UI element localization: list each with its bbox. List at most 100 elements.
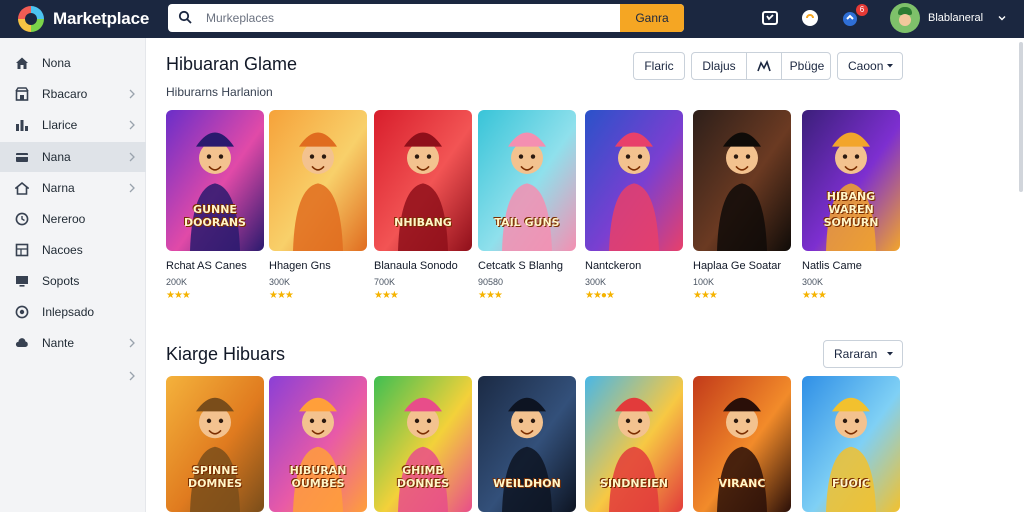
search-icon [178,10,192,24]
game-thumbnail[interactable] [269,110,367,251]
game-thumbnail[interactable] [585,110,683,251]
game-thumbnail[interactable]: GHIMB DONNES [374,376,472,512]
game-card[interactable]: SPINNE DOMNES [166,376,264,512]
game-title[interactable]: Haplaa Ge Soatar [693,260,803,272]
grid-icon [15,243,29,257]
game-art-title: HIBANG WAREN SOMURN [823,190,879,229]
game-title[interactable]: Rchat AS Canes [166,260,276,272]
game-artwork [478,110,576,251]
chevron-right-icon[interactable] [128,371,136,381]
game-art-title: SINDNEIEN [600,477,668,490]
sidebar-item-support[interactable]: Sopots [0,266,146,296]
game-artwork [374,376,472,512]
sidebar-item-stats[interactable]: Llarice [0,110,146,140]
game-thumbnail[interactable]: GUNNE DOORANS [166,110,264,251]
game-card[interactable]: TAIL GUNS Cetcatk S Blanhg 90580 ★★★ [478,110,576,305]
sidebar-item-house[interactable]: Narna [0,173,146,203]
game-thumbnail[interactable] [693,110,791,251]
game-card[interactable]: Nantckeron 300K ★★●★ [585,110,683,305]
game-artwork [166,376,264,512]
game-art-title: SPINNE DOMNES [187,464,243,490]
game-thumbnail[interactable]: WEILDHON [478,376,576,512]
game-card[interactable]: VIRANC [693,376,791,512]
game-card[interactable]: Hhagen Gns 300K ★★★ [269,110,367,305]
chevron-right-icon [129,152,135,162]
user-avatar[interactable] [890,3,920,33]
game-thumbnail[interactable]: HIBURAN OUMBES [269,376,367,512]
game-card[interactable]: WEILDHON [478,376,576,512]
category-select[interactable]: Caoon [837,52,903,80]
home-icon [16,57,28,69]
sidebar-item-grid[interactable]: Nacoes [0,235,146,265]
game-title[interactable]: Hhagen Gns [269,260,379,272]
cart-icon[interactable] [760,8,780,28]
chevron-down-icon [887,64,893,68]
sidebar-item-recent[interactable]: Nereroo [0,204,146,234]
globe-icon [15,305,29,319]
game-title[interactable]: Blanaula Sonodo [374,260,484,272]
sidebar-item-label: Nona [42,56,71,70]
game-artwork [269,376,367,512]
game-rating-stars: ★★★ [693,290,718,301]
game-card[interactable]: GHIMB DONNES [374,376,472,512]
game-thumbnail[interactable]: FUOIC [802,376,900,512]
sidebar-item-cloud[interactable]: Nante [0,328,146,358]
sort-icon [757,59,771,72]
search-input[interactable] [206,4,616,32]
game-downloads: 300K [269,277,291,287]
section-title: Kiarge Hibuars [166,344,286,364]
game-artwork [374,110,472,251]
game-art-title: HIBURAN OUMBES [289,464,347,490]
sidebar-item-cards[interactable]: Nana [0,142,146,172]
chevron-down-icon[interactable] [998,14,1006,22]
game-card[interactable]: HIBANG WAREN SOMURN Natlis Came 300K ★★★ [802,110,900,305]
game-title[interactable]: Cetcatk S Blanhg [478,260,588,272]
sidebar-item-home[interactable]: Nona [0,48,146,78]
brand-title[interactable]: Marketplace [53,9,149,29]
game-title[interactable]: Natlis Came [802,260,912,272]
game-artwork [269,110,367,251]
game-card[interactable]: SINDNEIEN [585,376,683,512]
category-select-value: Caoon [848,59,884,73]
clock-icon [15,212,29,226]
game-card[interactable]: FUOIC [802,376,900,512]
username-label[interactable]: Blablaneral [928,12,983,24]
game-rating-stars: ★★●★ [585,290,615,301]
game-art-title: TAIL GUNS [494,216,560,229]
game-title[interactable]: Nantckeron [585,260,695,272]
game-rating-stars: ★★★ [166,290,191,301]
sidebar-item-interplace[interactable]: Inlepsado [0,297,146,327]
sort-select[interactable]: Rararan [823,340,903,368]
game-rating-stars: ★★★ [269,290,294,301]
game-artwork [693,376,791,512]
sidebar-item-label: Llarice [42,118,78,132]
game-thumbnail[interactable]: VIRANC [693,376,791,512]
chat-icon[interactable] [800,8,820,28]
chevron-right-icon [129,338,135,348]
sidebar-item-store[interactable]: Rbacaro [0,79,146,109]
game-downloads: 300K [585,277,607,287]
game-rating-stars: ★★★ [374,290,399,301]
game-thumbnail[interactable]: SINDNEIEN [585,376,683,512]
game-art-title: GUNNE DOORANS [184,203,246,229]
search-button[interactable]: Ganra [620,4,684,32]
sidebar-item-label: Nana [42,150,71,164]
scrollbar[interactable] [1019,42,1023,192]
filter-button[interactable]: Flaric [633,52,685,80]
sort-segment[interactable] [747,53,781,79]
game-thumbnail[interactable]: NHIBANG [374,110,472,251]
game-thumbnail[interactable]: SPINNE DOMNES [166,376,264,512]
game-card[interactable]: Haplaa Ge Soatar 100K ★★★ [693,110,791,305]
game-downloads: 100K [693,277,715,287]
filter-segment[interactable]: Dlajus [692,53,746,79]
sort-select-value: Rararan [834,347,878,361]
game-rating-stars: ★★★ [478,290,503,301]
marketplace-logo-icon[interactable] [18,6,44,32]
game-card[interactable]: HIBURAN OUMBES [269,376,367,512]
game-thumbnail[interactable]: TAIL GUNS [478,110,576,251]
page-segment[interactable]: Pbüge [782,53,832,79]
game-thumbnail[interactable]: HIBANG WAREN SOMURN [802,110,900,251]
game-card[interactable]: GUNNE DOORANS Rchat AS Canes 200K ★★★ [166,110,264,305]
game-art-title: FUOIC [832,477,870,490]
game-card[interactable]: NHIBANG Blanaula Sonodo 700K ★★★ [374,110,472,305]
